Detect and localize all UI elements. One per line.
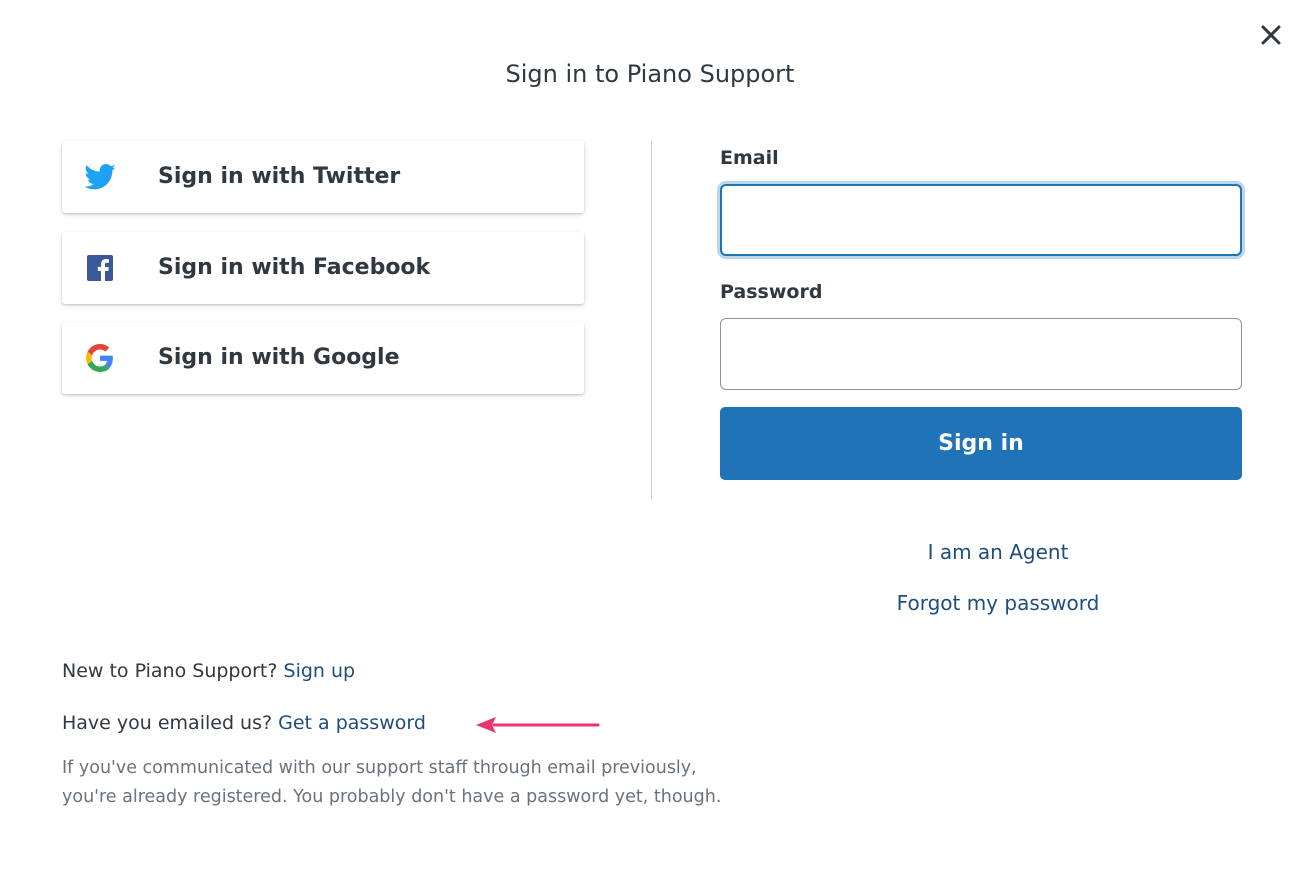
agent-link[interactable]: I am an Agent [850, 540, 1146, 564]
twitter-icon [84, 163, 116, 191]
new-user-prompt: New to Piano Support? Sign up [62, 660, 355, 682]
sign-in-facebook-label: Sign in with Facebook [158, 255, 431, 280]
google-icon [84, 344, 116, 372]
password-field[interactable] [720, 318, 1242, 390]
sign-up-link[interactable]: Sign up [284, 660, 356, 682]
sign-in-twitter-button[interactable]: Sign in with Twitter [62, 141, 584, 213]
sign-in-google-button[interactable]: Sign in with Google [62, 322, 584, 394]
note-line-1: If you've communicated with our support … [62, 758, 697, 778]
sign-in-twitter-label: Sign in with Twitter [158, 164, 401, 189]
facebook-icon [84, 254, 116, 282]
sign-in-google-label: Sign in with Google [158, 345, 400, 370]
close-icon[interactable] [1256, 20, 1286, 50]
sign-in-dialog: Sign in to Piano Support Sign in with Tw… [0, 0, 1300, 870]
email-label: Email [720, 147, 779, 169]
dialog-title: Sign in to Piano Support [505, 60, 795, 88]
get-password-link[interactable]: Get a password [278, 712, 426, 734]
sign-in-facebook-button[interactable]: Sign in with Facebook [62, 232, 584, 304]
annotation-arrow-icon [476, 717, 600, 733]
emailed-text: Have you emailed us? [62, 712, 273, 734]
sign-in-button[interactable]: Sign in [720, 407, 1242, 480]
email-field[interactable] [720, 184, 1242, 256]
password-label: Password [720, 281, 823, 303]
note-line-2: you're already registered. You probably … [62, 787, 722, 807]
registration-note: If you've communicated with our support … [62, 754, 782, 812]
divider [651, 141, 652, 499]
forgot-password-link[interactable]: Forgot my password [850, 591, 1146, 615]
new-user-text: New to Piano Support? [62, 660, 278, 682]
emailed-prompt: Have you emailed us? Get a password [62, 712, 426, 734]
